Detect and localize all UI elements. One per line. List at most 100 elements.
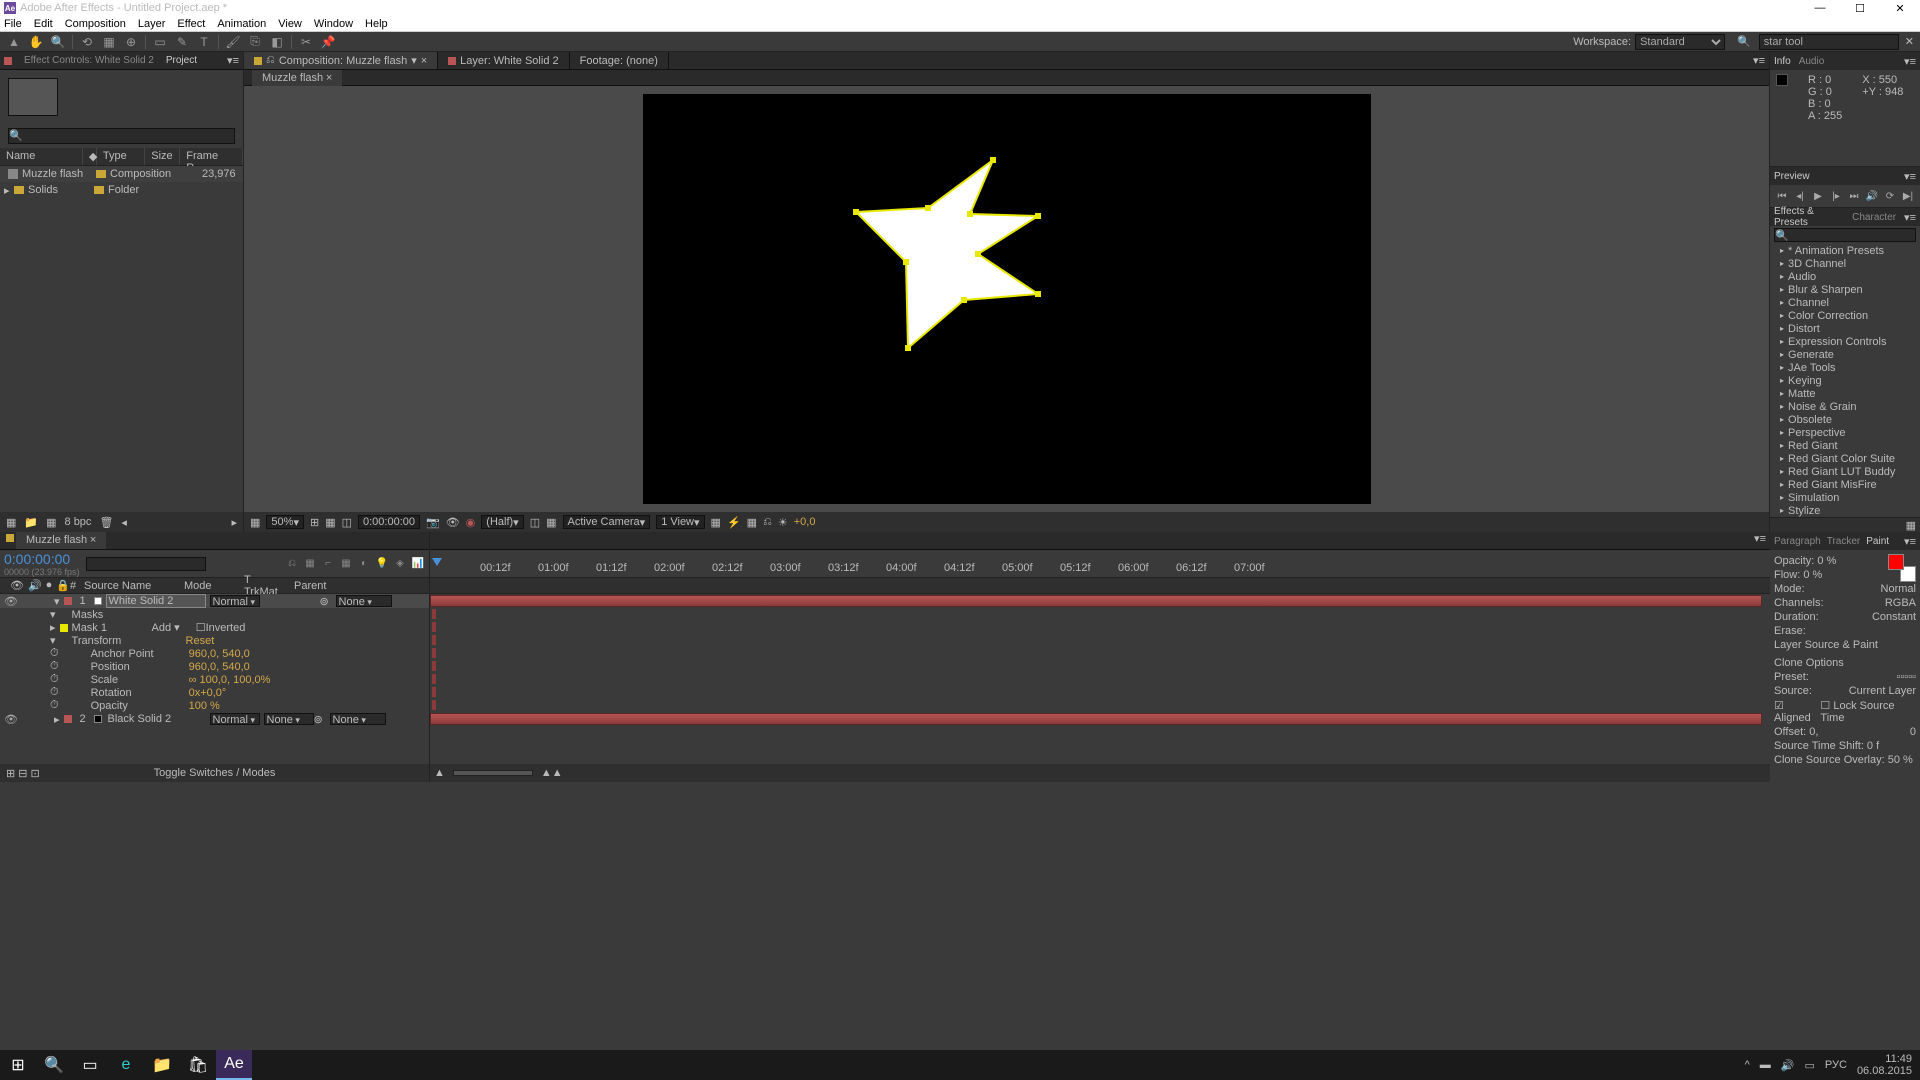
timeline-search-input[interactable]: [86, 557, 206, 571]
scale-value[interactable]: ∞ 100,0, 100,0%: [189, 674, 271, 686]
trkmat-select[interactable]: None ▾: [264, 713, 314, 725]
transparency-icon[interactable]: ▦: [546, 516, 556, 529]
show-snapshot-icon[interactable]: 👁: [446, 516, 460, 529]
zoom-tool-icon[interactable]: 🔍: [50, 34, 66, 50]
interpret-icon[interactable]: ▦: [6, 516, 16, 529]
timeshift-value[interactable]: Source Time Shift: 0 f: [1774, 740, 1879, 752]
erase-select[interactable]: Layer Source & Paint: [1774, 639, 1878, 651]
edge-icon[interactable]: e: [108, 1050, 144, 1080]
pixel-aspect-icon[interactable]: ▦: [711, 516, 721, 529]
tray-chevron-icon[interactable]: ^: [1745, 1059, 1750, 1071]
col-name[interactable]: Name: [0, 148, 83, 165]
language-indicator[interactable]: РУС: [1825, 1059, 1847, 1071]
next-icon[interactable]: ▸: [231, 516, 237, 529]
layer-name[interactable]: White Solid 2: [106, 594, 206, 608]
new-bin-icon[interactable]: ▦: [1906, 519, 1916, 532]
dropdown-icon[interactable]: ▾: [411, 54, 417, 67]
panel-menu-icon[interactable]: ▾≡: [1754, 532, 1766, 549]
effects-category[interactable]: Red Giant LUT Buddy: [1770, 465, 1920, 478]
close-button[interactable]: ✕: [1880, 0, 1920, 16]
prop-anchor[interactable]: ⏱Anchor Point960,0, 540,0: [0, 647, 429, 660]
effects-category[interactable]: JAe Tools: [1770, 361, 1920, 374]
mask-mode-select[interactable]: Add ▾: [152, 621, 180, 634]
menu-animation[interactable]: Animation: [217, 18, 266, 30]
snapshot-icon[interactable]: 📷: [426, 516, 440, 529]
puppet-tool-icon[interactable]: 📌: [320, 34, 336, 50]
effects-category[interactable]: Red Giant Color Suite: [1770, 452, 1920, 465]
col-framerate[interactable]: Frame R...: [180, 148, 243, 165]
tab-effects-presets[interactable]: Effects & Presets: [1774, 206, 1844, 228]
inverted-checkbox[interactable]: Inverted: [206, 622, 246, 634]
prop-mask1[interactable]: ▸ Mask 1 Add ▾ ☐ Inverted: [0, 621, 429, 634]
visibility-toggle[interactable]: 👁: [4, 713, 14, 726]
preset-icons[interactable]: ▫▫▫▫▫: [1897, 671, 1917, 683]
position-value[interactable]: 960,0, 540,0: [189, 661, 250, 673]
parent-select[interactable]: None ▾: [336, 595, 392, 607]
hand-tool-icon[interactable]: ✋: [28, 34, 44, 50]
tab-layer[interactable]: Layer: White Solid 2: [438, 52, 569, 69]
twirl-icon[interactable]: ▸: [54, 713, 60, 726]
ram-preview-button[interactable]: ▶|: [1901, 189, 1915, 203]
new-folder-icon[interactable]: 📁: [24, 516, 38, 529]
time-ruler[interactable]: 00:12f01:00f01:12f02:00f02:12f03:00f03:1…: [430, 550, 1770, 578]
effects-category[interactable]: Expression Controls: [1770, 335, 1920, 348]
overlay-value[interactable]: Clone Source Overlay: 50 %: [1774, 754, 1913, 766]
effects-category[interactable]: Audio: [1770, 270, 1920, 283]
volume-icon[interactable]: 🔊: [1781, 1059, 1795, 1072]
current-time-display[interactable]: 0:00:00:00: [4, 551, 80, 567]
store-icon[interactable]: 🛍: [180, 1050, 216, 1080]
col-size[interactable]: Size: [145, 148, 180, 165]
effects-search-input[interactable]: 🔍: [1774, 228, 1916, 242]
effects-category[interactable]: Obsolete: [1770, 413, 1920, 426]
fast-preview-icon[interactable]: ⚡: [727, 516, 741, 529]
menu-help[interactable]: Help: [365, 18, 388, 30]
roi-icon[interactable]: ◫: [530, 516, 540, 529]
search-button[interactable]: 🔍: [36, 1050, 72, 1080]
pen-tool-icon[interactable]: ✎: [174, 34, 190, 50]
stopwatch-icon[interactable]: ⏱: [50, 673, 59, 686]
effects-category[interactable]: Red Giant MisFire: [1770, 478, 1920, 491]
prop-scale[interactable]: ⏱Scale∞ 100,0, 100,0%: [0, 673, 429, 686]
resolution-icon[interactable]: ⊞: [310, 516, 319, 529]
brainstorm-icon[interactable]: 💡: [375, 557, 389, 571]
stopwatch-icon[interactable]: ⏱: [50, 647, 59, 660]
blend-mode-select[interactable]: Normal ▾: [210, 595, 260, 607]
mask-color-icon[interactable]: [60, 624, 68, 632]
stopwatch-icon[interactable]: ⏱: [50, 686, 59, 699]
tab-paint[interactable]: Paint: [1866, 536, 1889, 547]
tab-tracker[interactable]: Tracker: [1827, 536, 1861, 547]
col-label-icon[interactable]: ◆: [83, 148, 97, 165]
effects-category[interactable]: Keying: [1770, 374, 1920, 387]
menu-file[interactable]: File: [4, 18, 22, 30]
workspace-select[interactable]: Standard: [1635, 34, 1725, 50]
delete-icon[interactable]: 🗑: [99, 516, 113, 529]
effects-category[interactable]: Stylize: [1770, 504, 1920, 517]
menu-view[interactable]: View: [278, 18, 302, 30]
layer-bar-1[interactable]: [430, 594, 1770, 608]
duration-select[interactable]: Constant: [1872, 611, 1916, 623]
magnification-icon[interactable]: ▦: [250, 516, 260, 529]
after-effects-icon[interactable]: Ae: [216, 1050, 252, 1080]
blend-mode-select[interactable]: Normal ▾: [210, 713, 260, 725]
col-type[interactable]: Type: [97, 148, 145, 165]
source-select[interactable]: Current Layer: [1849, 685, 1916, 697]
effects-category[interactable]: Perspective: [1770, 426, 1920, 439]
notification-icon[interactable]: ▭: [1805, 1059, 1815, 1072]
project-item-solids[interactable]: ▸ Solids Folder: [0, 182, 243, 198]
current-time[interactable]: 0:00:00:00: [358, 515, 420, 529]
clock[interactable]: 11:49 06.08.2015: [1857, 1053, 1912, 1077]
prev-frame-button[interactable]: ◂|: [1793, 189, 1807, 203]
layer-bar-2[interactable]: [430, 712, 1770, 726]
stopwatch-icon[interactable]: ⏱: [50, 660, 59, 673]
camera-select[interactable]: Active Camera ▾: [563, 515, 651, 529]
layer-row-white-solid[interactable]: 👁 ▾ 1 White Solid 2 Normal ▾ ⊚ None ▾: [0, 594, 429, 608]
timeline-switches-icon[interactable]: ⊞ ⊟ ⊡: [6, 767, 40, 780]
start-button[interactable]: ⊞: [0, 1050, 36, 1080]
close-icon[interactable]: ×: [90, 534, 96, 546]
layer-row-black-solid[interactable]: 👁 ▸ 2 Black Solid 2 Normal ▾ None ▾ ⊚ No…: [0, 712, 429, 726]
search-clear-icon[interactable]: ✕: [1905, 35, 1914, 48]
prev-icon[interactable]: ◂: [121, 516, 127, 529]
menu-window[interactable]: Window: [314, 18, 353, 30]
project-search-input[interactable]: 🔍: [8, 128, 235, 144]
maximize-button[interactable]: ☐: [1840, 0, 1880, 16]
